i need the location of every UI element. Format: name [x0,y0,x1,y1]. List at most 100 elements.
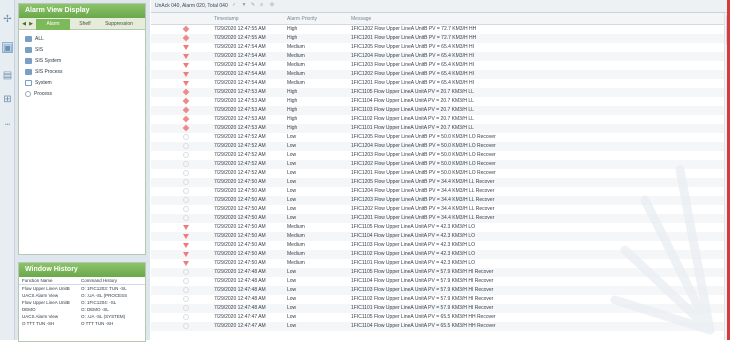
row-message: 1FIC1105 Flow Upper LineA UnitA PV = 20.… [351,89,474,95]
table-row[interactable]: 7/29/2020 12:47:50 AM Low 1FIC1205 Flow Up… [151,178,724,187]
history-function: UACS Alarm View [22,293,59,298]
folder-icon [25,57,32,64]
tab-next-icon[interactable]: ▶ [28,20,34,28]
tree-label: SIS [35,47,44,53]
table-row[interactable]: 7/29/2020 12:47:53 AM High 1FIC1101 Flow U… [151,124,724,133]
row-message: 1FIC1202 Flow Upper LineA UnitB PV = 34.… [351,206,495,212]
table-row[interactable]: 7/29/2020 12:47:50 AM Medium 1FIC1105 Flow… [151,223,724,232]
table-row[interactable]: 7/29/2020 12:47:50 AM Medium 1FIC1103 Flow… [151,241,724,250]
table-row[interactable]: 7/29/2020 12:47:50 AM Medium 1FIC1102 Flow… [151,250,724,259]
row-timestamp: 7/29/2020 12:47:47 AM [214,314,266,320]
table-row[interactable]: 7/29/2020 12:47:53 AM High 1FIC1104 Flow U… [151,97,724,106]
medium-priority-triangle-icon [183,54,189,59]
row-timestamp: 7/29/2020 12:47:50 AM [214,215,266,221]
history-col-command[interactable]: Command History [81,277,145,284]
table-row[interactable]: 7/29/2020 12:47:48 AM Low 1FIC1102 Flow Up… [151,295,724,304]
table-row[interactable]: 7/29/2020 12:47:54 AM Medium 1FIC1201 Flow… [151,79,724,88]
tab-shelf[interactable]: Shelf [71,19,99,30]
tab-alarm[interactable]: Alarm [36,19,70,30]
table-row[interactable]: 7/29/2020 12:47:54 AM Medium 1FIC1203 Flow… [151,61,724,70]
table-row[interactable]: 7/29/2020 12:47:54 AM Medium 1FIC1202 Flow… [151,70,724,79]
history-row[interactable]: Flow Upper LineA UnitB O: 1FIC1203: TUN -… [19,285,145,292]
list-icon[interactable]: ≡ [260,3,265,8]
table-row[interactable]: 7/29/2020 12:47:54 AM Medium 1FIC1205 Flow… [151,43,724,52]
table-row[interactable]: 7/29/2020 12:47:52 AM Low 1FIC1201 Flow Up… [151,169,724,178]
header-timestamp[interactable]: Timestamp [189,13,287,24]
row-status [151,277,189,286]
table-row[interactable]: 7/29/2020 12:47:50 AM Low 1FIC1203 Flow Up… [151,196,724,205]
row-timestamp: 7/29/2020 12:47:53 AM [214,89,266,95]
table-row[interactable]: 7/29/2020 12:47:53 AM High 1FIC1102 Flow U… [151,115,724,124]
alarm-view-icon[interactable]: ▣ [2,42,13,54]
history-row[interactable]: Flow Upper LineA UnitB O: 1FIC1204: -SL [19,299,145,306]
row-status [151,214,189,223]
row-message: 1FIC1203 Flow Upper LineA UnitB PV = 65.… [351,62,474,68]
filter-icon[interactable]: ▼ [242,3,247,8]
table-row[interactable]: 7/29/2020 12:47:50 AM Medium 1FIC1101 Flow… [151,259,724,268]
history-row[interactable]: O TTT TUN -SH O TTT TUN -SH [19,320,145,327]
window-history-panel: Window History Function Name Command His… [18,262,146,342]
header-priority[interactable]: Alarm Priority [287,13,351,24]
tree-item-sis[interactable]: SIS [25,45,63,56]
row-message: 1FIC1105 Flow Upper LineA UnitA PV = 42.… [351,224,475,230]
table-row[interactable]: 7/29/2020 12:47:55 AM High 1FIC1201 Flow U… [151,34,724,43]
table-row[interactable]: 7/29/2020 12:47:50 AM Low 1FIC1201 Flow Up… [151,214,724,223]
more-icon[interactable]: ••• [2,120,13,131]
row-priority: Low [287,305,297,311]
history-row[interactable]: UACS Alarm View O: .UA -SL (SYSTEM) [19,313,145,320]
table-row[interactable]: 7/29/2020 12:47:47 AM Low 1FIC1105 Flow Up… [151,313,724,322]
row-priority: Low [287,287,297,293]
alarm-tree: ALL SIS SIS System SIS Process System Pr… [25,34,63,100]
navigation-icon[interactable]: ✢ [2,14,13,25]
row-priority: High [287,89,298,95]
row-timestamp: 7/29/2020 12:47:54 AM [214,71,266,77]
table-row[interactable]: 7/29/2020 12:47:52 AM Low 1FIC1205 Flow Up… [151,133,724,142]
building-icon[interactable]: ▤ [2,70,13,81]
table-row[interactable]: 7/29/2020 12:47:48 AM Low 1FIC1101 Flow Up… [151,304,724,313]
table-row[interactable]: 7/29/2020 12:47:52 AM Low 1FIC1204 Flow Up… [151,142,724,151]
medium-priority-triangle-icon [183,225,189,230]
table-row[interactable]: 7/29/2020 12:47:50 AM Low 1FIC1202 Flow Up… [151,205,724,214]
tree-item-sis-system[interactable]: SIS System [25,56,63,67]
table-row[interactable]: 7/29/2020 12:47:47 AM Low 1FIC1104 Flow Up… [151,322,724,331]
edit-icon[interactable]: ✎ [251,3,256,8]
settings-icon[interactable]: ⚙ [270,3,275,8]
row-priority: Medium [287,62,305,68]
tab-suppression[interactable]: Suppression [99,19,139,30]
tree-item-sis-process[interactable]: SIS Process [25,67,63,78]
table-row[interactable]: 7/29/2020 12:47:52 AM Low 1FIC1203 Flow Up… [151,151,724,160]
table-row[interactable]: 7/29/2020 12:47:48 AM Low 1FIC1105 Flow Up… [151,268,724,277]
table-row[interactable]: 7/29/2020 12:47:52 AM Low 1FIC1202 Flow Up… [151,160,724,169]
row-timestamp: 7/29/2020 12:47:54 AM [214,62,266,68]
medium-priority-triangle-icon [183,234,189,239]
table-row[interactable]: 7/29/2020 12:47:48 AM Low 1FIC1104 Flow Up… [151,277,724,286]
row-status [151,70,189,79]
row-message: 1FIC1102 Flow Upper LineA UnitA PV = 42.… [351,251,475,257]
tree-label: Process [34,91,53,97]
tree-item-all[interactable]: ALL [25,34,63,45]
table-row[interactable]: 7/29/2020 12:47:53 AM High 1FIC1103 Flow U… [151,106,724,115]
history-command: O TTT TUN -SH [81,321,114,326]
row-status [151,52,189,61]
tab-prev-icon[interactable]: ◀ [21,20,27,28]
table-row[interactable]: 7/29/2020 12:47:48 AM Low 1FIC1103 Flow Up… [151,286,724,295]
header-message[interactable]: Message [351,13,724,24]
tree-item-system[interactable]: System [25,78,63,89]
history-col-function[interactable]: Function Name [19,277,81,284]
grid-icon[interactable]: ⊞ [2,94,13,105]
high-priority-diamond-icon [182,88,190,96]
row-priority: Medium [287,71,305,77]
high-priority-diamond-icon [182,34,190,42]
tree-item-process[interactable]: Process [25,89,63,100]
check-icon[interactable]: ✓ [232,3,237,8]
row-message: 1FIC1204 Flow Upper LineA UnitB PV = 65.… [351,53,474,59]
medium-priority-triangle-icon [183,243,189,248]
table-row[interactable]: 7/29/2020 12:47:53 AM High 1FIC1105 Flow U… [151,88,724,97]
table-row[interactable]: 7/29/2020 12:47:50 AM Low 1FIC1204 Flow Up… [151,187,724,196]
table-row[interactable]: 7/29/2020 12:47:55 AM High 1FIC1202 Flow U… [151,25,724,34]
row-status [151,34,190,43]
history-row[interactable]: UACS Alarm View O: .UA -SL (PROCESS [19,292,145,299]
table-row[interactable]: 7/29/2020 12:47:50 AM Medium 1FIC1104 Flow… [151,232,724,241]
table-row[interactable]: 7/29/2020 12:47:54 AM Medium 1FIC1204 Flow… [151,52,724,61]
history-row[interactable]: DEMO O: DEMO -SL [19,306,145,313]
